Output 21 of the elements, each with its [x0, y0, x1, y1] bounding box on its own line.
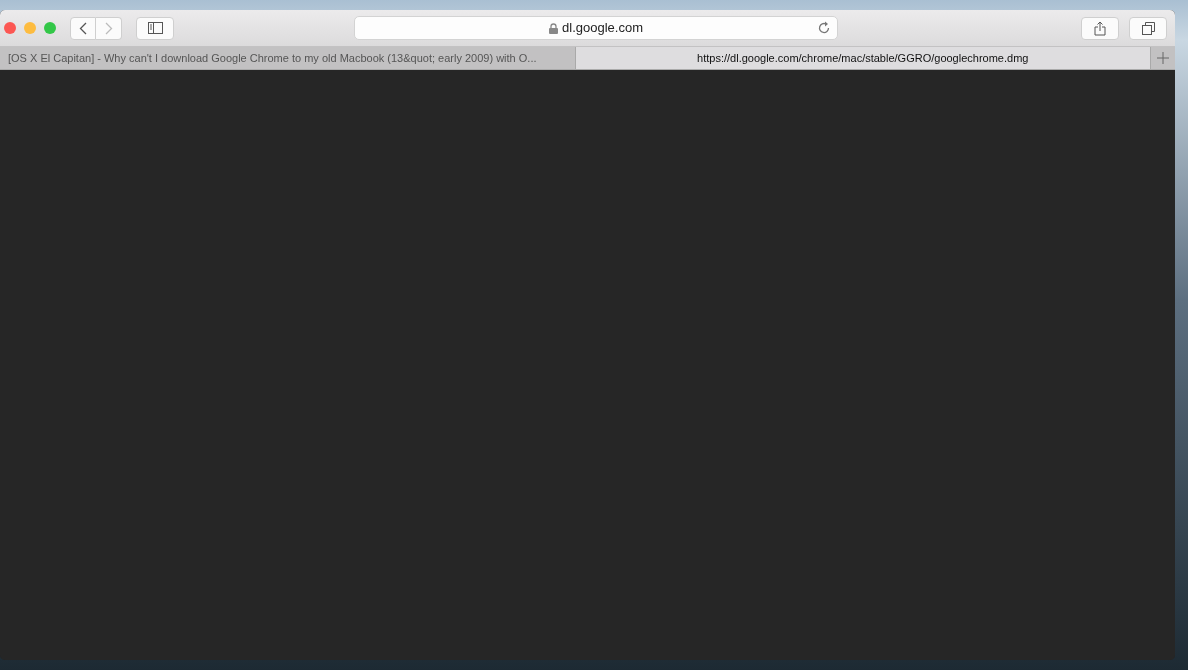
share-button[interactable]: [1081, 16, 1119, 40]
tab[interactable]: [OS X El Capitan] - Why can't I download Google Chrome to my old Macbook (13&quot; early 2009) with O...: [0, 47, 576, 69]
back-button[interactable]: [70, 16, 96, 40]
sidebar-icon: [147, 22, 163, 34]
overlapping-squares-icon: [1141, 21, 1155, 35]
tab[interactable]: https://dl.google.com/chrome/mac/stable/GGRO/googlechrome.dmg: [575, 47, 1151, 69]
sidebar-button[interactable]: [136, 16, 174, 40]
chevron-left-icon: [79, 21, 87, 35]
zoom-button[interactable]: [44, 22, 56, 34]
share-icon: [1094, 20, 1106, 36]
minimize-button[interactable]: [24, 22, 36, 34]
tabs-overview-button[interactable]: [1129, 16, 1167, 40]
forward-button[interactable]: [96, 16, 122, 40]
close-button[interactable]: [4, 22, 16, 34]
plus-icon: [1157, 52, 1169, 64]
new-tab-button[interactable]: [1151, 47, 1175, 69]
reload-icon[interactable]: [817, 21, 831, 35]
address-text: dl.google.com: [562, 19, 643, 38]
lock-icon: [549, 22, 558, 34]
chevron-right-icon: [104, 21, 113, 35]
address-bar[interactable]: dl.google.com: [354, 16, 838, 40]
